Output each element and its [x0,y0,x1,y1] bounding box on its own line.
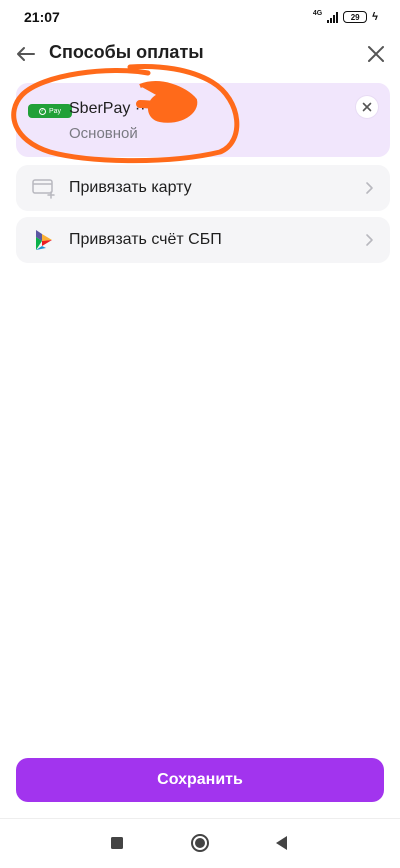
chevron-right-icon [366,234,373,246]
close-icon[interactable] [362,40,390,68]
sberpay-badge-icon: ✓ Pay [28,104,72,118]
system-nav-bar [0,818,400,868]
payment-method-subtitle: Основной [69,125,138,142]
link-card-label: Привязать карту [69,179,192,196]
card-plus-icon [32,179,55,199]
chevron-right-icon [366,182,373,194]
link-card-option[interactable]: Привязать карту [16,165,390,211]
sbp-logo-icon [36,230,52,250]
status-time: 21:07 [24,9,60,25]
page-title: Способы оплаты [49,42,204,62]
payment-method-sberpay[interactable]: ✓ Pay SberPay ·· Основной [16,83,390,157]
status-indicators: 4G 29 ϟ [312,9,378,23]
payment-method-name: SberPay ·· [69,100,146,117]
link-sbp-option[interactable]: Привязать счёт СБП [16,217,390,263]
back-triangle-icon[interactable] [272,833,292,853]
remove-method-button[interactable] [356,96,378,118]
status-bar: 21:07 4G 29 ϟ [0,0,400,34]
save-button[interactable]: Сохранить [16,758,384,802]
battery-level: 29 [350,12,360,22]
battery-icon: 29 [343,11,368,23]
arrow-left-icon[interactable] [12,40,40,68]
header: Способы оплаты [0,34,400,74]
network-type: 4G [312,9,323,17]
close-icon [362,102,372,112]
recents-square-icon[interactable] [107,833,127,853]
charging-icon: ϟ [372,11,378,23]
link-sbp-label: Привязать счёт СБП [69,231,222,248]
sberpay-badge-text: Pay [48,107,62,115]
home-circle-icon[interactable] [190,833,210,853]
signal-icon [327,11,339,23]
